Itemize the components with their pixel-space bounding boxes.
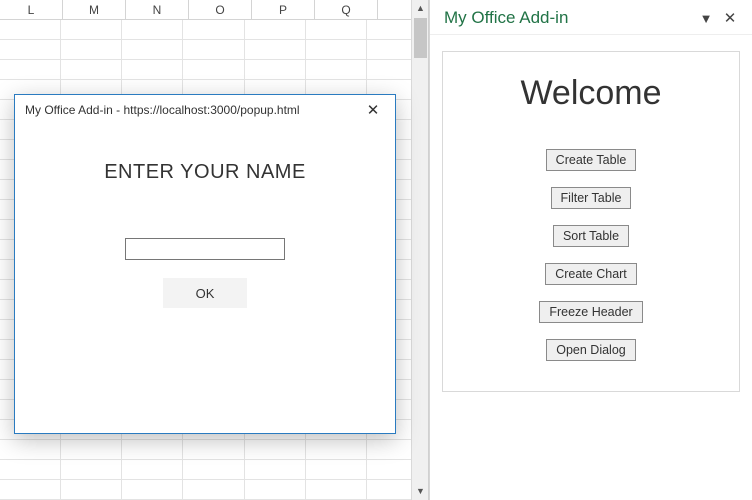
vertical-scrollbar[interactable]: ▲ ▼	[411, 0, 428, 500]
grid-row	[0, 480, 428, 500]
freeze-header-button[interactable]: Freeze Header	[539, 301, 642, 323]
grid-cell[interactable]	[306, 40, 367, 60]
grid-cell[interactable]	[0, 20, 61, 40]
grid-cell[interactable]	[61, 460, 122, 480]
grid-cell[interactable]	[0, 440, 61, 460]
grid-cell[interactable]	[245, 20, 306, 40]
grid-cell[interactable]	[245, 40, 306, 60]
grid-cell[interactable]	[183, 40, 244, 60]
grid-cell[interactable]	[245, 440, 306, 460]
taskpane-header: My Office Add-in ▼ ✕	[430, 0, 752, 35]
grid-cell[interactable]	[61, 40, 122, 60]
grid-row	[0, 20, 428, 40]
grid-row	[0, 60, 428, 80]
grid-cell[interactable]	[306, 20, 367, 40]
taskpane: My Office Add-in ▼ ✕ Welcome Create Tabl…	[429, 0, 752, 500]
popup-titlebar[interactable]: My Office Add-in - https://localhost:300…	[15, 95, 395, 125]
welcome-panel: Welcome Create Table Filter Table Sort T…	[442, 51, 740, 392]
popup-heading: ENTER YOUR NAME	[104, 161, 306, 184]
grid-cell[interactable]	[122, 440, 183, 460]
column-headers: L M N O P Q	[0, 0, 428, 20]
popup-title: My Office Add-in - https://localhost:300…	[25, 103, 359, 117]
create-table-button[interactable]: Create Table	[546, 149, 637, 171]
grid-cell[interactable]	[61, 20, 122, 40]
taskpane-body: Welcome Create Table Filter Table Sort T…	[430, 35, 752, 500]
column-header[interactable]: M	[63, 0, 126, 19]
column-header[interactable]: P	[252, 0, 315, 19]
grid-cell[interactable]	[0, 480, 61, 500]
grid-cell[interactable]	[0, 60, 61, 80]
column-header[interactable]: L	[0, 0, 63, 19]
welcome-heading: Welcome	[520, 74, 661, 113]
column-header[interactable]: Q	[315, 0, 378, 19]
grid-cell[interactable]	[183, 60, 244, 80]
name-input[interactable]	[125, 238, 285, 260]
grid-cell[interactable]	[306, 480, 367, 500]
scroll-up-icon[interactable]: ▲	[412, 0, 429, 17]
column-header[interactable]: N	[126, 0, 189, 19]
popup-close-icon[interactable]: ✕	[359, 101, 387, 119]
grid-cell[interactable]	[61, 480, 122, 500]
grid-cell[interactable]	[306, 60, 367, 80]
column-header[interactable]: O	[189, 0, 252, 19]
taskpane-title: My Office Add-in	[444, 8, 694, 28]
create-chart-button[interactable]: Create Chart	[545, 263, 637, 285]
grid-row	[0, 40, 428, 60]
grid-cell[interactable]	[245, 60, 306, 80]
grid-cell[interactable]	[306, 460, 367, 480]
grid-cell[interactable]	[61, 440, 122, 460]
grid-row	[0, 460, 428, 480]
taskpane-menu-icon[interactable]: ▼	[694, 11, 718, 26]
grid-cell[interactable]	[183, 460, 244, 480]
ok-button[interactable]: OK	[163, 278, 247, 308]
popup-body: ENTER YOUR NAME OK	[15, 125, 395, 433]
grid-cell[interactable]	[122, 20, 183, 40]
grid-cell[interactable]	[61, 60, 122, 80]
sort-table-button[interactable]: Sort Table	[553, 225, 629, 247]
filter-table-button[interactable]: Filter Table	[551, 187, 632, 209]
grid-cell[interactable]	[122, 460, 183, 480]
grid-cell[interactable]	[122, 480, 183, 500]
grid-cell[interactable]	[245, 460, 306, 480]
grid-cell[interactable]	[183, 20, 244, 40]
scroll-thumb[interactable]	[414, 18, 427, 58]
taskpane-close-icon[interactable]: ✕	[718, 9, 742, 27]
grid-cell[interactable]	[183, 440, 244, 460]
grid-cell[interactable]	[122, 40, 183, 60]
popup-dialog: My Office Add-in - https://localhost:300…	[14, 94, 396, 434]
grid-cell[interactable]	[183, 480, 244, 500]
scroll-down-icon[interactable]: ▼	[412, 483, 429, 500]
grid-cell[interactable]	[122, 60, 183, 80]
open-dialog-button[interactable]: Open Dialog	[546, 339, 636, 361]
grid-row	[0, 440, 428, 460]
grid-cell[interactable]	[0, 40, 61, 60]
grid-cell[interactable]	[245, 480, 306, 500]
grid-cell[interactable]	[0, 460, 61, 480]
grid-cell[interactable]	[306, 440, 367, 460]
